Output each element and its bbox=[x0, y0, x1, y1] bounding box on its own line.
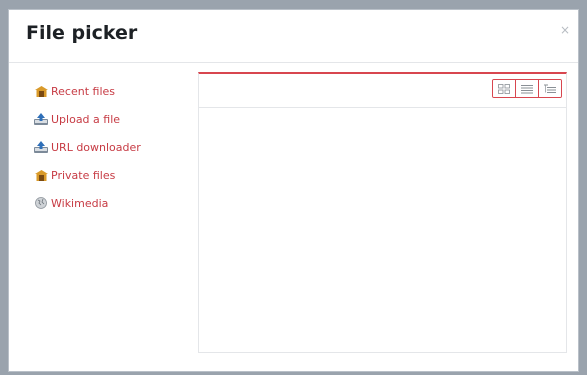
icons-view-button[interactable] bbox=[493, 80, 515, 97]
dialog-header: File picker × bbox=[9, 10, 578, 63]
wikimedia-icon bbox=[33, 196, 49, 210]
view-mode-buttons bbox=[492, 79, 562, 98]
private-files-icon bbox=[33, 168, 49, 182]
file-list-area bbox=[199, 108, 566, 353]
sidebar-item-wikimedia[interactable]: Wikimedia bbox=[33, 189, 193, 217]
file-browser-panel bbox=[198, 72, 567, 353]
upload-icon bbox=[33, 112, 49, 126]
repository-sidebar: Recent files Upload a file URL downloade… bbox=[33, 77, 193, 217]
sidebar-item-label: Wikimedia bbox=[51, 196, 109, 210]
browser-toolbar bbox=[199, 74, 566, 108]
list-view-button[interactable] bbox=[515, 80, 538, 97]
sidebar-item-label: Private files bbox=[51, 168, 116, 182]
dialog-title: File picker bbox=[26, 22, 138, 44]
sidebar-item-url-downloader[interactable]: URL downloader bbox=[33, 133, 193, 161]
sidebar-item-label: Upload a file bbox=[51, 112, 121, 126]
list-icon bbox=[521, 80, 533, 97]
recent-files-icon bbox=[33, 84, 49, 98]
url-downloader-icon bbox=[33, 140, 49, 154]
grid-icon bbox=[498, 80, 510, 97]
sidebar-item-upload-file[interactable]: Upload a file bbox=[33, 105, 193, 133]
sidebar-item-label: Recent files bbox=[51, 84, 115, 98]
sidebar-item-recent-files[interactable]: Recent files bbox=[33, 77, 193, 105]
file-picker-dialog: File picker × Recent files Upload a file bbox=[8, 9, 579, 372]
tree-view-button[interactable] bbox=[538, 80, 561, 97]
sidebar-item-private-files[interactable]: Private files bbox=[33, 161, 193, 189]
tree-icon bbox=[544, 80, 556, 97]
sidebar-item-label: URL downloader bbox=[51, 140, 141, 154]
close-icon[interactable]: × bbox=[560, 24, 570, 36]
